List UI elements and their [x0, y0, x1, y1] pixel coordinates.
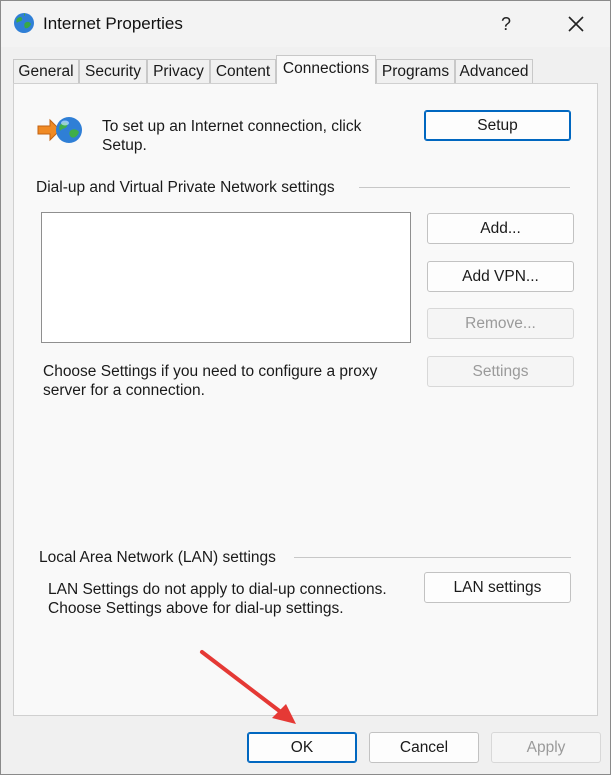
lan-group-title: Local Area Network (LAN) settings — [39, 549, 276, 566]
tab-content[interactable]: Content — [210, 59, 276, 84]
ok-button[interactable]: OK — [247, 732, 357, 763]
lan-settings-button[interactable]: LAN settings — [424, 572, 571, 603]
red-arrow-icon — [200, 650, 296, 724]
tab-label: Content — [215, 63, 271, 80]
tab-label: Programs — [381, 63, 450, 80]
close-icon — [568, 16, 584, 32]
tab-label: Security — [85, 63, 141, 80]
group-divider — [294, 557, 571, 558]
cancel-button[interactable]: Cancel — [369, 732, 479, 763]
dialup-group-title: Dial-up and Virtual Private Network sett… — [36, 179, 335, 196]
tab-label: Connections — [282, 60, 370, 77]
apply-button[interactable]: Apply — [491, 732, 601, 763]
remove-button[interactable]: Remove... — [427, 308, 574, 339]
tab-security[interactable]: Security — [79, 59, 147, 84]
connection-wizard-icon — [36, 114, 84, 148]
add-vpn-button[interactable]: Add VPN... — [427, 261, 574, 292]
tab-programs[interactable]: Programs — [376, 59, 455, 84]
tab-label: Privacy — [153, 63, 204, 80]
settings-button[interactable]: Settings — [427, 356, 574, 387]
group-divider — [359, 187, 570, 188]
tab-label: Advanced — [459, 63, 529, 80]
tab-general[interactable]: General — [13, 59, 79, 84]
lan-description: LAN Settings do not apply to dial-up con… — [48, 581, 387, 617]
globe-icon — [13, 12, 35, 34]
help-button[interactable]: ? — [491, 9, 521, 39]
setup-description: To set up an Internet connection, click … — [102, 118, 362, 154]
proxy-description: Choose Settings if you need to configure… — [43, 363, 378, 399]
internet-properties-dialog: Internet Properties ? General Security P… — [0, 0, 611, 775]
add-button[interactable]: Add... — [427, 213, 574, 244]
title-bar: Internet Properties ? — [1, 1, 610, 47]
tab-connections[interactable]: Connections — [276, 55, 376, 84]
connections-panel: To set up an Internet connection, click … — [13, 83, 598, 716]
tab-label: General — [18, 63, 74, 80]
setup-button[interactable]: Setup — [424, 110, 571, 141]
close-button[interactable] — [560, 9, 592, 39]
connections-list[interactable] — [41, 212, 411, 343]
tab-privacy[interactable]: Privacy — [147, 59, 210, 84]
tab-advanced[interactable]: Advanced — [455, 59, 533, 84]
window-title: Internet Properties — [43, 14, 183, 33]
